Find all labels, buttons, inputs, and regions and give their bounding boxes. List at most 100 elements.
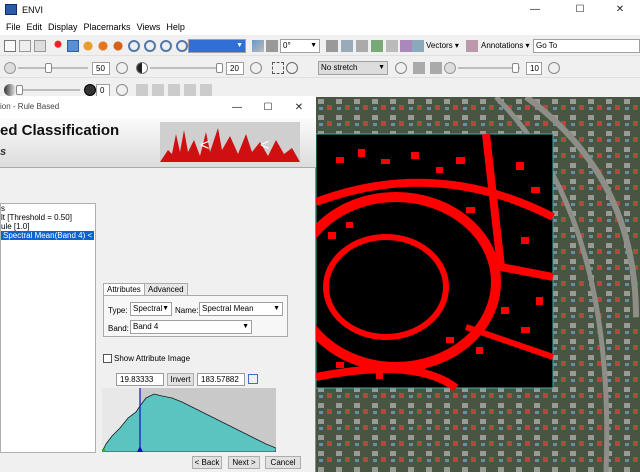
vectors-dropdown[interactable]: Vectors ▾ [426,40,459,52]
show-attribute-checkbox[interactable] [103,354,112,363]
close-button[interactable]: ✕ [605,0,635,20]
transparency-slider[interactable] [18,89,80,91]
pin-icon[interactable] [52,40,64,52]
tab-advanced[interactable]: Advanced [144,283,188,295]
name-combo[interactable]: Spectral Mean ▼ [199,302,283,316]
fly-icon[interactable] [97,40,109,52]
refresh-icon[interactable] [250,62,262,74]
dark-icon [84,84,96,96]
rotation-combo[interactable]: 0° ▼ [280,39,320,53]
annotations-dropdown[interactable]: Annotations ▾ [481,40,530,52]
menu-views[interactable]: Views [137,20,161,35]
dialog-close-button[interactable]: ✕ [284,98,314,118]
select-icon[interactable] [67,40,79,52]
sharpen-thumb[interactable] [512,63,519,73]
banner-title: ed Classification [0,122,120,139]
menu-bar: File Edit Display Placemarks Views Help [0,20,640,35]
rule-tree[interactable]: s lt [Threshold = 0.50] ule [1.0] Spectr… [0,203,96,453]
tool-icon[interactable] [430,62,442,74]
menu-placemarks[interactable]: Placemarks [84,20,131,35]
contrast-slider[interactable] [150,67,222,69]
tool-icon[interactable] [152,84,164,96]
maximize-button[interactable]: ☐ [565,0,595,20]
menu-edit[interactable]: Edit [27,20,43,35]
menu-display[interactable]: Display [48,20,78,35]
layer-manager-icon[interactable] [34,40,46,52]
rotation-value: 0° [283,41,291,50]
image-view[interactable] [316,97,640,472]
zoom-out-icon[interactable] [160,40,172,52]
sharpen-value[interactable]: 10 [526,62,542,75]
refresh-icon[interactable] [116,84,128,96]
banner-histogram: < < [160,122,300,162]
annotations-icon[interactable] [466,40,478,52]
sharpen-slider[interactable] [458,67,520,69]
tool-icon[interactable] [266,40,278,52]
cancel-button[interactable]: Cancel [265,456,301,469]
zoom-combo[interactable]: ▼ [188,39,246,53]
threshold-low-field[interactable]: 19.83333 [116,373,164,386]
refresh-icon[interactable] [395,62,407,74]
band-label: Band: [108,324,129,333]
fixed-zoom-icon[interactable] [176,40,188,52]
refresh-icon[interactable] [116,62,128,74]
aerial-image [316,97,640,472]
chevron-down-icon: ▼ [310,42,317,49]
tool-icon[interactable] [200,84,212,96]
contrast-value[interactable]: 20 [226,62,244,75]
vectors-icon[interactable] [412,40,424,52]
portal-icon[interactable] [386,40,398,52]
tree-item[interactable]: s [1,204,95,213]
vectors-label: Vectors [426,41,453,50]
tool-icon[interactable] [184,84,196,96]
band-combo[interactable]: Band 4 ▼ [130,320,252,334]
menu-file[interactable]: File [6,20,21,35]
zoom-icon[interactable] [128,40,140,52]
link-icon[interactable] [248,374,258,384]
back-button[interactable]: < Back [192,456,222,469]
type-combo[interactable]: Spectral ▼ [130,302,172,316]
zoom-in-icon[interactable] [144,40,156,52]
threshold-high-field[interactable]: 183.57882 [197,373,245,386]
dialog-titlebar: ion - Rule Based — ☐ ✕ [0,96,316,118]
chip-icon[interactable] [371,40,383,52]
svg-text:<: < [260,137,269,154]
cursor-value-icon[interactable] [326,40,338,52]
rotate-icon[interactable] [112,40,124,52]
chevron-down-icon: ▼ [378,64,385,71]
stretch-region-icon[interactable] [272,62,284,74]
contrast-thumb[interactable] [216,63,223,73]
tree-item[interactable]: lt [Threshold = 0.50] [1,213,95,222]
open-icon[interactable] [4,40,16,52]
minimize-button[interactable]: — [520,0,550,20]
tree-item[interactable]: ule [1.0] [1,222,95,231]
dialog-maximize-button[interactable]: ☐ [253,98,283,118]
vector-edit-icon[interactable] [400,40,412,52]
brightness-thumb[interactable] [45,63,52,73]
tree-item-selected[interactable]: Spectral Mean(Band 4) < [1,231,95,240]
stretch-combo[interactable]: No stretch ▼ [318,61,388,75]
pan-icon[interactable] [82,40,94,52]
tool-icon[interactable] [413,62,425,74]
band-value: Band 4 [133,322,159,331]
dialog-minimize-button[interactable]: — [222,98,252,118]
data-manager-icon[interactable] [19,40,31,52]
chevron-down-icon: ▼ [162,305,169,312]
attribute-histogram[interactable] [102,388,276,452]
menu-help[interactable]: Help [166,20,185,35]
view-icon[interactable] [356,40,368,52]
rotate-view-icon[interactable] [252,40,264,52]
tool-icon[interactable] [168,84,180,96]
transparency-thumb[interactable] [16,85,23,95]
classification-overlay [316,133,555,392]
goto-field[interactable]: Go To [533,39,640,53]
contrast-icon [136,62,148,74]
invert-button[interactable]: Invert [167,373,194,386]
brightness-slider[interactable] [18,67,88,69]
tool-icon[interactable] [136,84,148,96]
next-button[interactable]: Next > [228,456,260,469]
brightness-value[interactable]: 50 [92,62,110,75]
refresh-icon[interactable] [548,62,560,74]
stretch-mode-icon[interactable] [286,62,298,74]
crosshair-icon[interactable] [341,40,353,52]
